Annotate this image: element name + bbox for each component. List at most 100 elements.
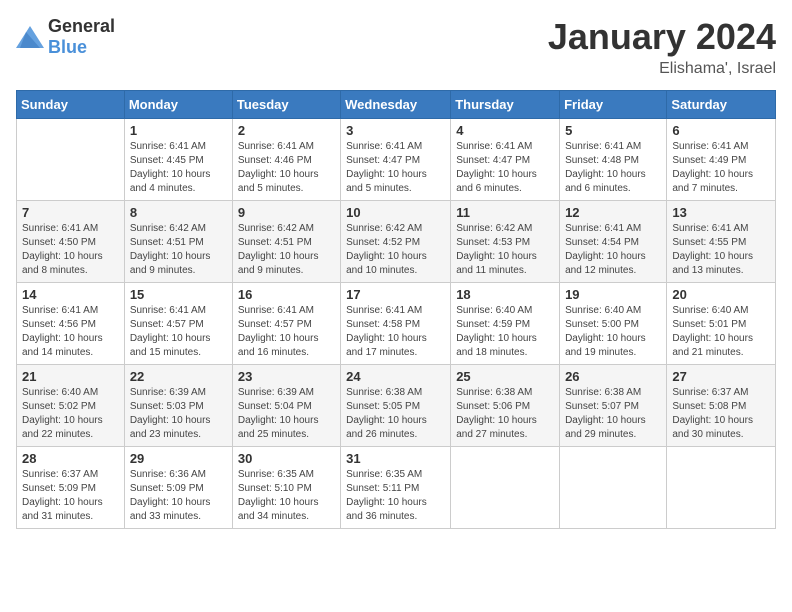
day-info: Sunrise: 6:42 AM Sunset: 4:51 PM Dayligh… xyxy=(238,222,335,278)
day-info: Sunrise: 6:41 AM Sunset: 4:57 PM Dayligh… xyxy=(130,304,227,360)
day-info: Sunrise: 6:39 AM Sunset: 5:03 PM Dayligh… xyxy=(130,386,227,442)
day-number: 2 xyxy=(238,123,335,138)
weekday-header: Thursday xyxy=(451,91,560,119)
day-number: 16 xyxy=(238,287,335,302)
day-info: Sunrise: 6:40 AM Sunset: 5:02 PM Dayligh… xyxy=(22,386,119,442)
day-info: Sunrise: 6:41 AM Sunset: 4:54 PM Dayligh… xyxy=(565,222,661,278)
day-info: Sunrise: 6:35 AM Sunset: 5:10 PM Dayligh… xyxy=(238,468,335,524)
day-info: Sunrise: 6:41 AM Sunset: 4:48 PM Dayligh… xyxy=(565,140,661,196)
day-info: Sunrise: 6:35 AM Sunset: 5:11 PM Dayligh… xyxy=(346,468,445,524)
day-number: 11 xyxy=(456,205,554,220)
weekday-header: Tuesday xyxy=(232,91,340,119)
day-number: 1 xyxy=(130,123,227,138)
calendar-cell: 10Sunrise: 6:42 AM Sunset: 4:52 PM Dayli… xyxy=(341,201,451,283)
calendar-cell: 1 Sunrise: 6:41 AM Sunset: 4:45 PM Daylig… xyxy=(124,119,232,201)
day-info: Sunrise: 6:38 AM Sunset: 5:05 PM Dayligh… xyxy=(346,386,445,442)
day-info: Sunrise: 6:36 AM Sunset: 5:09 PM Dayligh… xyxy=(130,468,227,524)
calendar-table: SundayMondayTuesdayWednesdayThursdayFrid… xyxy=(16,90,776,529)
calendar-cell: 14Sunrise: 6:41 AM Sunset: 4:56 PM Dayli… xyxy=(17,283,125,365)
calendar-cell: 19 Sunrise: 6:40 AM Sunset: 5:00 PM Dayli… xyxy=(560,283,667,365)
day-number: 27 xyxy=(672,369,770,384)
calendar-cell: 24 Sunrise: 6:38 AM Sunset: 5:05 PM Dayli… xyxy=(341,365,451,447)
weekday-header: Sunday xyxy=(17,91,125,119)
day-number: 26 xyxy=(565,369,661,384)
day-number: 13 xyxy=(672,205,770,220)
day-number: 9 xyxy=(238,205,335,220)
calendar-cell: 21 Sunrise: 6:40 AM Sunset: 5:02 PM Dayli… xyxy=(17,365,125,447)
calendar-cell: 22 Sunrise: 6:39 AM Sunset: 5:03 PM Dayli… xyxy=(124,365,232,447)
calendar-header-row: SundayMondayTuesdayWednesdayThursdayFrid… xyxy=(17,91,776,119)
calendar-cell: 2 Sunrise: 6:41 AM Sunset: 4:46 PM Daylig… xyxy=(232,119,340,201)
title-location: Elishama', Israel xyxy=(548,60,776,78)
title-area: January 2024 Elishama', Israel xyxy=(548,16,776,78)
day-info: Sunrise: 6:40 AM Sunset: 5:01 PM Dayligh… xyxy=(672,304,770,360)
day-info: Sunrise: 6:41 AM Sunset: 4:55 PM Dayligh… xyxy=(672,222,770,278)
calendar-week-row: 28 Sunrise: 6:37 AM Sunset: 5:09 PM Dayli… xyxy=(17,447,776,529)
day-info: Sunrise: 6:41 AM Sunset: 4:47 PM Dayligh… xyxy=(456,140,554,196)
day-info: Sunrise: 6:40 AM Sunset: 5:00 PM Dayligh… xyxy=(565,304,661,360)
day-number: 14 xyxy=(22,287,119,302)
day-info: Sunrise: 6:40 AM Sunset: 4:59 PM Dayligh… xyxy=(456,304,554,360)
calendar-cell: 26Sunrise: 6:38 AM Sunset: 5:07 PM Dayli… xyxy=(560,365,667,447)
day-info: Sunrise: 6:41 AM Sunset: 4:47 PM Dayligh… xyxy=(346,140,445,196)
weekday-header: Saturday xyxy=(667,91,776,119)
day-info: Sunrise: 6:38 AM Sunset: 5:06 PM Dayligh… xyxy=(456,386,554,442)
calendar-cell: 27 Sunrise: 6:37 AM Sunset: 5:08 PM Dayli… xyxy=(667,365,776,447)
day-number: 25 xyxy=(456,369,554,384)
day-info: Sunrise: 6:41 AM Sunset: 4:58 PM Dayligh… xyxy=(346,304,445,360)
calendar-cell: 17Sunrise: 6:41 AM Sunset: 4:58 PM Dayli… xyxy=(341,283,451,365)
calendar-cell: 18Sunrise: 6:40 AM Sunset: 4:59 PM Dayli… xyxy=(451,283,560,365)
day-number: 5 xyxy=(565,123,661,138)
day-info: Sunrise: 6:41 AM Sunset: 4:45 PM Dayligh… xyxy=(130,140,227,196)
day-number: 15 xyxy=(130,287,227,302)
calendar-cell: 3 Sunrise: 6:41 AM Sunset: 4:47 PM Daylig… xyxy=(341,119,451,201)
day-info: Sunrise: 6:41 AM Sunset: 4:49 PM Dayligh… xyxy=(672,140,770,196)
day-info: Sunrise: 6:37 AM Sunset: 5:09 PM Dayligh… xyxy=(22,468,119,524)
day-number: 10 xyxy=(346,205,445,220)
day-info: Sunrise: 6:42 AM Sunset: 4:51 PM Dayligh… xyxy=(130,222,227,278)
calendar-cell: 15 Sunrise: 6:41 AM Sunset: 4:57 PM Dayli… xyxy=(124,283,232,365)
day-info: Sunrise: 6:39 AM Sunset: 5:04 PM Dayligh… xyxy=(238,386,335,442)
calendar-cell: 23 Sunrise: 6:39 AM Sunset: 5:04 PM Dayli… xyxy=(232,365,340,447)
weekday-header: Monday xyxy=(124,91,232,119)
day-number: 24 xyxy=(346,369,445,384)
day-info: Sunrise: 6:41 AM Sunset: 4:46 PM Dayligh… xyxy=(238,140,335,196)
calendar-week-row: 21 Sunrise: 6:40 AM Sunset: 5:02 PM Dayli… xyxy=(17,365,776,447)
day-number: 6 xyxy=(672,123,770,138)
weekday-header: Friday xyxy=(560,91,667,119)
logo-text-general: General xyxy=(48,16,115,36)
title-month: January 2024 xyxy=(548,16,776,58)
calendar-week-row: 1 Sunrise: 6:41 AM Sunset: 4:45 PM Daylig… xyxy=(17,119,776,201)
calendar-cell: 16 Sunrise: 6:41 AM Sunset: 4:57 PM Dayli… xyxy=(232,283,340,365)
day-number: 28 xyxy=(22,451,119,466)
logo: General Blue xyxy=(16,16,115,58)
calendar-cell xyxy=(451,447,560,529)
day-number: 21 xyxy=(22,369,119,384)
calendar-cell xyxy=(667,447,776,529)
day-number: 20 xyxy=(672,287,770,302)
day-number: 19 xyxy=(565,287,661,302)
calendar-cell: 6 Sunrise: 6:41 AM Sunset: 4:49 PM Daylig… xyxy=(667,119,776,201)
day-number: 4 xyxy=(456,123,554,138)
calendar-week-row: 7Sunrise: 6:41 AM Sunset: 4:50 PM Daylig… xyxy=(17,201,776,283)
calendar-cell: 7Sunrise: 6:41 AM Sunset: 4:50 PM Daylig… xyxy=(17,201,125,283)
day-number: 30 xyxy=(238,451,335,466)
day-info: Sunrise: 6:41 AM Sunset: 4:50 PM Dayligh… xyxy=(22,222,119,278)
day-info: Sunrise: 6:37 AM Sunset: 5:08 PM Dayligh… xyxy=(672,386,770,442)
calendar-cell: 30 Sunrise: 6:35 AM Sunset: 5:10 PM Dayli… xyxy=(232,447,340,529)
header: General Blue January 2024 Elishama', Isr… xyxy=(16,16,776,78)
day-info: Sunrise: 6:41 AM Sunset: 4:57 PM Dayligh… xyxy=(238,304,335,360)
calendar-cell: 4 Sunrise: 6:41 AM Sunset: 4:47 PM Daylig… xyxy=(451,119,560,201)
logo-icon xyxy=(16,26,44,48)
calendar-cell: 5 Sunrise: 6:41 AM Sunset: 4:48 PM Daylig… xyxy=(560,119,667,201)
weekday-header: Wednesday xyxy=(341,91,451,119)
day-number: 23 xyxy=(238,369,335,384)
day-number: 22 xyxy=(130,369,227,384)
day-number: 31 xyxy=(346,451,445,466)
calendar-cell xyxy=(17,119,125,201)
logo-text-blue: Blue xyxy=(48,37,87,57)
calendar-cell: 9 Sunrise: 6:42 AM Sunset: 4:51 PM Daylig… xyxy=(232,201,340,283)
day-number: 3 xyxy=(346,123,445,138)
calendar-cell: 12Sunrise: 6:41 AM Sunset: 4:54 PM Dayli… xyxy=(560,201,667,283)
calendar-cell: 29Sunrise: 6:36 AM Sunset: 5:09 PM Dayli… xyxy=(124,447,232,529)
